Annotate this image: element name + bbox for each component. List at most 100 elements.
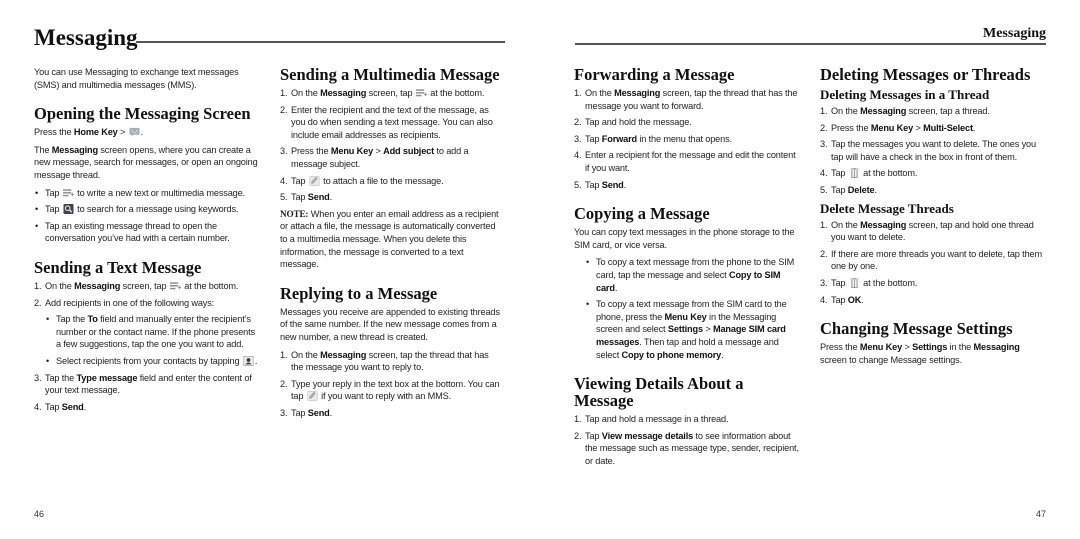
step-item: 5. Tap Send.	[280, 191, 502, 204]
section-heading: Sending a Text Message	[34, 257, 202, 277]
step-item: 4. Tap to attach a file to the message.	[280, 175, 502, 188]
bold-term: Messaging	[320, 88, 367, 98]
note-label: NOTE:	[280, 208, 309, 219]
trash-can-icon	[849, 168, 860, 179]
text-run: .	[972, 122, 976, 133]
compose-message-icon	[62, 188, 74, 198]
text-run: screen to change Message settings.	[820, 354, 962, 365]
text-run: Select recipients from your contacts by …	[56, 355, 242, 366]
step-item: 2. Tap and hold the message.	[574, 116, 802, 129]
bullet-item: Tap the To field and manually enter the …	[45, 313, 260, 351]
column-2: Sending a Multimedia Message 1. On the Mes…	[280, 66, 502, 423]
bold-term: View message details	[601, 430, 694, 441]
step-list: 1. On the Messaging screen, tap and hold …	[820, 219, 1048, 307]
step-number: 2.	[574, 117, 582, 128]
text-run: to write a new text or multimedia messag…	[74, 187, 245, 198]
text-run: .	[623, 179, 627, 190]
step-item: 3. Tap at the bottom.	[820, 277, 1048, 290]
bold-term: Send	[307, 192, 330, 203]
step-number: 1.	[574, 414, 582, 425]
step-item: 3. Tap Forward in the menu that opens.	[574, 133, 802, 146]
text-run: Tap	[291, 192, 308, 203]
paragraph: You can use Messaging to exchange text m…	[34, 66, 260, 91]
trash-can-icon	[849, 277, 860, 288]
step-number: 3.	[820, 277, 828, 288]
text-run: screen, tap	[120, 280, 169, 291]
text-run: On the	[291, 349, 321, 360]
bold-term: Delete	[847, 184, 875, 195]
step-number: 5.	[280, 192, 288, 203]
bold-term: Messaging	[74, 280, 121, 291]
compose-message-icon	[415, 88, 427, 98]
step-number: 4.	[34, 401, 42, 412]
step-item: 1. On the Messaging screen, tap at the bo…	[280, 87, 502, 100]
text-run: .	[329, 407, 333, 418]
step-number: 1.	[820, 219, 828, 230]
step-item: 3. Tap the Type message field and enter t…	[34, 372, 260, 397]
bold-term: Send	[601, 179, 624, 190]
text-run: to attach a file to the message.	[320, 175, 444, 186]
section-heading: Viewing Details About a Message	[574, 374, 744, 411]
search-icon	[63, 204, 74, 215]
section-heading: Forwarding a Message	[574, 65, 735, 84]
text-run: Tap	[585, 133, 602, 144]
step-list: 1. On the Messaging screen, tap a thread.…	[820, 105, 1048, 197]
paragraph: Messages you receive are appended to exi…	[280, 306, 502, 344]
text-run: if you want to reply with an MMS.	[318, 391, 451, 402]
text-run: Tap the messages you want to delete. The…	[831, 139, 1036, 162]
page-number-right: 47	[1035, 509, 1046, 519]
bold-term: Send	[307, 407, 330, 418]
section-heading: Copying a Message	[574, 204, 710, 224]
step-number: 1.	[574, 88, 582, 98]
bullet-list: Tap the To field and manually enter the …	[45, 313, 260, 367]
bold-term: Multi-Select	[923, 122, 973, 133]
text-run: Tap	[831, 184, 848, 195]
bold-term: Send	[61, 401, 84, 412]
step-item: 2. Add recipients in one of the following…	[34, 297, 260, 368]
step-item: 2. Press the Menu Key > Multi-Select.	[820, 122, 1048, 135]
running-head: Messaging	[983, 26, 1046, 41]
text-run: Tap the	[56, 314, 88, 325]
text-run: to search for a message using keywords.	[74, 204, 239, 215]
paragraph: The Messaging screen opens, where you ca…	[34, 144, 260, 182]
text-run: Tap	[585, 179, 602, 190]
step-number: 5.	[574, 179, 582, 190]
section-heading: Changing Message Settings	[820, 319, 1013, 339]
bold-term: Messaging	[973, 342, 1020, 353]
step-list: 1. On the Messaging screen, tap the threa…	[280, 349, 502, 420]
step-item: 4. Tap OK.	[820, 294, 1048, 307]
step-item: 1. On the Messaging screen, tap the threa…	[574, 87, 802, 112]
step-number: 5.	[820, 184, 828, 195]
text-run: The	[34, 144, 52, 155]
paragraph: Press the Home Key > .	[34, 126, 260, 139]
text-run: Tap	[291, 175, 308, 186]
step-item: 2. Enter the recipient and the text of th…	[280, 104, 502, 142]
step-list: 1. On the Messaging screen, tap the threa…	[574, 87, 802, 191]
bold-term: Home Key	[73, 127, 118, 138]
step-number: 1.	[280, 88, 288, 98]
step-item: 3. Press the Menu Key > Add subject to ad…	[280, 145, 502, 170]
column-3: Forwarding a Message 1. On the Messaging s…	[574, 66, 802, 471]
step-number: 4.	[820, 294, 828, 305]
attach-paperclip-icon	[307, 391, 318, 402]
step-item: 4. Tap Send.	[34, 401, 260, 414]
step-number: 2.	[280, 378, 288, 389]
text-run: >	[902, 342, 913, 353]
step-number: 2.	[820, 122, 828, 133]
text-run: Tap	[831, 168, 848, 179]
text-run: >	[117, 127, 128, 138]
step-number: 2.	[34, 297, 42, 308]
text-run: screen, tap	[366, 88, 415, 98]
text-run: Press the	[34, 127, 74, 138]
text-run: On the	[45, 280, 75, 291]
contact-person-icon	[243, 355, 254, 366]
bold-term: OK	[847, 294, 862, 305]
compose-message-icon	[169, 281, 181, 291]
bullet-item: To copy a text message from the phone to…	[585, 256, 802, 294]
text-run: Press the	[831, 122, 871, 133]
bold-term: Menu Key	[664, 311, 707, 322]
step-number: 2.	[574, 430, 582, 441]
step-item: 1. On the Messaging screen, tap and hold …	[820, 219, 1048, 244]
text-run: screen, tap a thread.	[906, 106, 990, 116]
title-rule-right	[575, 43, 1046, 45]
